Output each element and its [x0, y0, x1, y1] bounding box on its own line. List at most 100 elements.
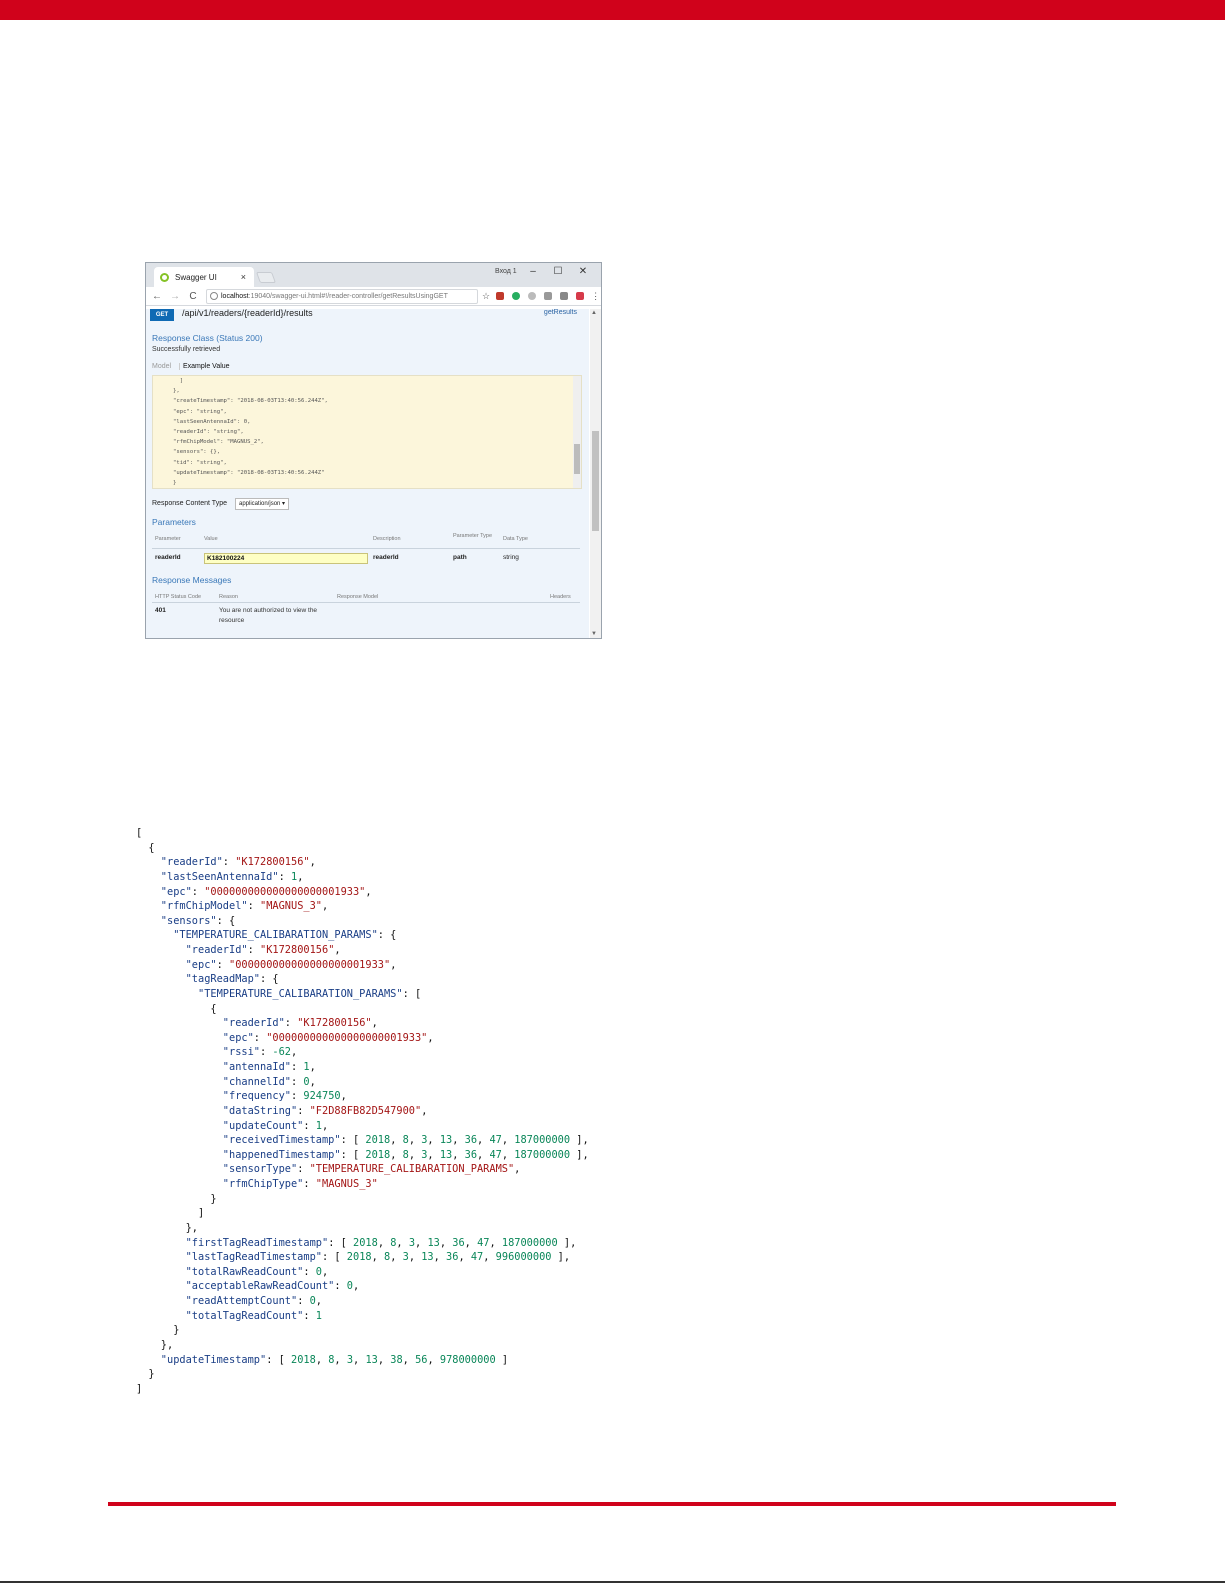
- json-line: ]: [136, 1382, 589, 1397]
- json-punctuation: :: [247, 900, 260, 913]
- page-bottom-edge: [0, 1581, 1225, 1583]
- forward-button[interactable]: →: [168, 291, 182, 302]
- json-punctuation: ,: [427, 1134, 440, 1147]
- reader-id-input[interactable]: K182100224: [204, 553, 368, 564]
- extension-pocket-icon[interactable]: [576, 292, 585, 300]
- json-punctuation: ,: [408, 1251, 422, 1264]
- json-line: },: [136, 1338, 589, 1353]
- param-description: readerId: [373, 554, 399, 561]
- json-punctuation: ,: [322, 900, 329, 913]
- scroll-down-arrow-icon[interactable]: ▼: [591, 631, 597, 637]
- param-header-divider: [152, 548, 580, 549]
- response-content-type-select[interactable]: application/json ▾: [235, 498, 290, 510]
- json-number-value: 2018: [365, 1148, 391, 1161]
- page-scrollbar[interactable]: ▲ ▼: [590, 309, 601, 638]
- json-punctuation: }: [136, 1324, 180, 1337]
- response-class-subtitle: Successfully retrieved: [152, 346, 221, 353]
- json-line: "lastSeenAntennaId": 1,: [136, 870, 589, 885]
- json-punctuation: ,: [322, 1265, 329, 1278]
- json-punctuation: ,: [334, 944, 341, 956]
- endpoint-path[interactable]: /api/v1/readers/{readerId}/results: [182, 309, 313, 318]
- json-punctuation: :: [253, 1031, 267, 1044]
- json-punctuation: ]: [136, 1382, 143, 1395]
- url-input[interactable]: localhost:19040/swagger-ui.html#!/reader…: [206, 288, 478, 304]
- json-number-value: 13: [421, 1251, 434, 1264]
- json-punctuation: ,: [421, 1104, 428, 1117]
- json-punctuation: }: [136, 1368, 155, 1381]
- new-tab-button[interactable]: [255, 272, 277, 283]
- json-key: "TEMPERATURE_CALIBARATION_PARAMS": [136, 987, 403, 1000]
- info-icon[interactable]: [210, 292, 218, 300]
- http-method-badge[interactable]: GET: [150, 309, 174, 321]
- code-scrollbar-thumb[interactable]: [574, 444, 580, 474]
- json-punctuation: :: [303, 1265, 316, 1278]
- json-punctuation: ,: [309, 1061, 316, 1073]
- bookmark-star-icon[interactable]: ☆: [482, 291, 490, 302]
- extension-pdf-icon[interactable]: [496, 292, 505, 300]
- json-punctuation: ,: [371, 1017, 378, 1030]
- reload-button[interactable]: C: [186, 291, 200, 302]
- json-line: }: [136, 1192, 589, 1207]
- extension-circle-icon[interactable]: [528, 292, 537, 300]
- param-data-type: string: [503, 554, 519, 561]
- json-line: "epc": "000000000000000000001933",: [136, 1031, 589, 1046]
- json-punctuation: : [: [328, 1236, 353, 1249]
- json-string-value: "MAGNUS_3": [260, 900, 322, 913]
- json-line: "firstTagReadTimestamp": [ 2018, 8, 3, 1…: [136, 1236, 589, 1251]
- json-punctuation: :: [303, 1119, 316, 1132]
- extension-gear-icon[interactable]: [544, 292, 553, 300]
- json-punctuation: :: [303, 1309, 316, 1322]
- col-header-parameter: Parameter: [155, 536, 181, 542]
- json-key: "epc": [136, 958, 217, 971]
- tab-swagger-ui[interactable]: Swagger UI ×: [154, 267, 254, 287]
- json-punctuation: : [: [340, 1148, 366, 1161]
- close-window-button[interactable]: ✕: [576, 266, 590, 277]
- example-code-line: "createTimestamp": "2018-08-03T13:40:56.…: [173, 398, 328, 405]
- page-scrollbar-thumb[interactable]: [592, 431, 599, 531]
- json-line: "happenedTimestamp": [ 2018, 8, 3, 13, 3…: [136, 1148, 589, 1163]
- json-punctuation: :: [260, 1046, 273, 1059]
- json-line: "rfmChipModel": "MAGNUS_3",: [136, 899, 589, 914]
- example-value-code[interactable]: ]}, "createTimestamp": "2018-08-03T13:40:…: [152, 375, 582, 489]
- menu-kebab-icon[interactable]: ⋮: [591, 291, 600, 302]
- json-punctuation: ,: [390, 1148, 403, 1161]
- json-punctuation: [: [136, 827, 143, 839]
- json-number-value: 13: [439, 1134, 453, 1147]
- json-number-value: 36: [464, 1134, 478, 1147]
- col-header-reason: Reason: [219, 594, 238, 600]
- json-string-value: "K172800156": [235, 856, 310, 869]
- tab-example-value[interactable]: Example Value: [179, 363, 230, 370]
- json-punctuation: ,: [353, 1353, 366, 1366]
- scroll-up-arrow-icon[interactable]: ▲: [591, 310, 597, 316]
- swagger-favicon-icon: [160, 272, 169, 282]
- json-string-value: "K172800156": [297, 1017, 372, 1030]
- json-string-value: "K172800156": [260, 944, 335, 956]
- json-punctuation: ,: [458, 1251, 471, 1264]
- json-punctuation: {: [136, 1002, 217, 1015]
- json-key: "readerId": [136, 1017, 285, 1030]
- code-scrollbar[interactable]: [573, 376, 581, 488]
- json-punctuation: :: [290, 1075, 304, 1088]
- user-profile-label[interactable]: Вход 1: [495, 268, 517, 275]
- json-line: }: [136, 1367, 589, 1382]
- example-code-text: ]}, "createTimestamp": "2018-08-03T13:40:…: [153, 376, 581, 488]
- json-punctuation: :: [290, 1061, 304, 1073]
- json-key: "updateTimestamp": [136, 1353, 267, 1366]
- json-punctuation: ,: [427, 1353, 440, 1366]
- example-code-line: ]: [173, 378, 184, 384]
- minimize-button[interactable]: –: [526, 266, 540, 277]
- json-number-value: -62: [272, 1046, 292, 1059]
- maximize-button[interactable]: ☐: [551, 266, 565, 277]
- extension-grammarly-icon[interactable]: [512, 292, 521, 300]
- json-line: "antennaId": 1,: [136, 1060, 589, 1075]
- json-key: "epc": [136, 885, 192, 898]
- extension-cloud-icon[interactable]: [560, 292, 569, 300]
- json-key: "readerId": [136, 944, 248, 956]
- json-number-value: 2018: [346, 1251, 372, 1264]
- json-punctuation: ,: [427, 1031, 434, 1044]
- operation-id-link[interactable]: getResults: [544, 309, 577, 316]
- status-code: 401: [155, 607, 166, 614]
- tab-model[interactable]: Model: [152, 363, 171, 370]
- tab-close-icon[interactable]: ×: [241, 272, 246, 282]
- back-button[interactable]: ←: [150, 291, 164, 302]
